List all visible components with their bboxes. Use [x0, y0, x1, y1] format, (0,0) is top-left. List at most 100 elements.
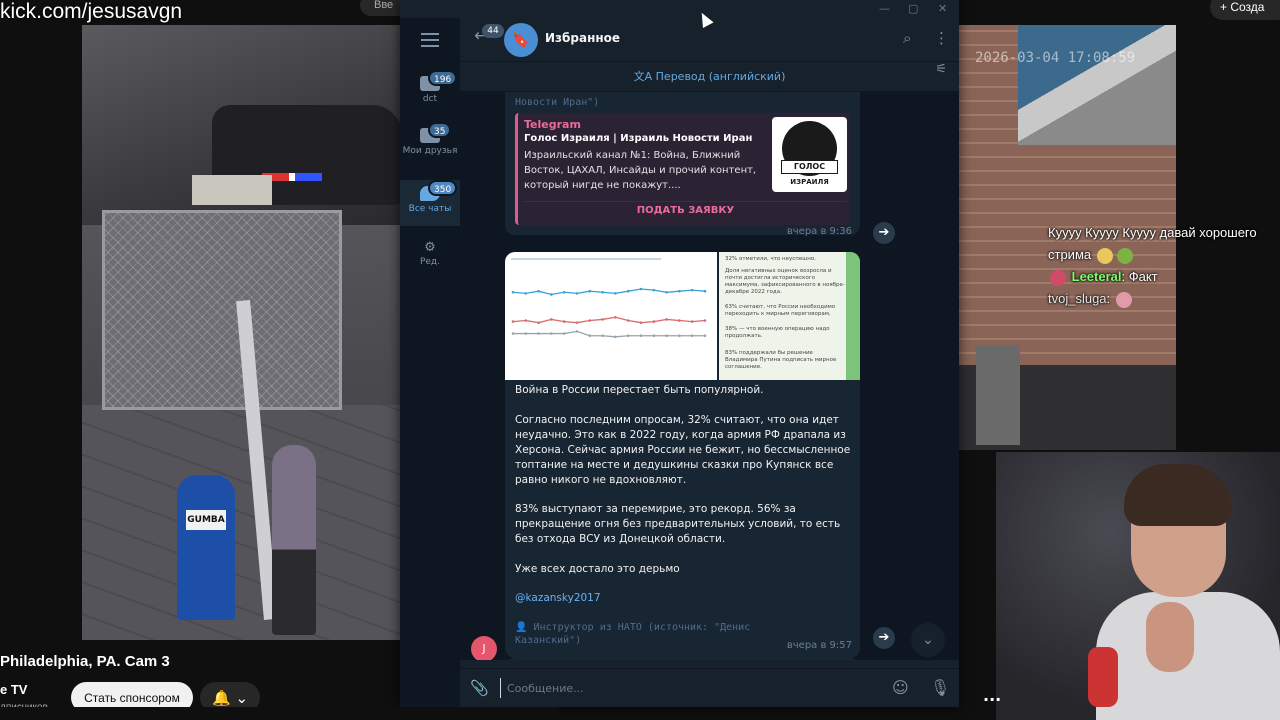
post-paragraph: Уже всех достало это дерьмо: [515, 563, 680, 575]
translate-label: Перевод (английский): [655, 70, 786, 83]
maximize-icon[interactable]: ▢: [908, 0, 918, 18]
bell-icon: 🔔: [211, 688, 231, 707]
series-point-1: [550, 318, 553, 321]
message-time: вчера в 9:36: [786, 226, 852, 237]
translate-settings-icon[interactable]: ⚟: [935, 62, 947, 77]
folder-edit[interactable]: ⚙ Ред.: [400, 236, 460, 276]
next-message-bubble[interactable]: [505, 658, 860, 660]
back-unread-badge: 44: [482, 24, 504, 38]
series-point-1: [511, 320, 515, 323]
folder-my-friends[interactable]: 35 Мои друзья: [400, 122, 460, 174]
author-link[interactable]: @kazansky2017: [515, 591, 853, 606]
message-input[interactable]: [500, 678, 880, 698]
emote-icon: [1115, 291, 1132, 308]
series-point-0: [614, 292, 617, 295]
series-point-0: [511, 290, 515, 294]
series-point-0: [601, 290, 604, 294]
staircase: [1018, 25, 1176, 145]
poll-text-image: 32% отметили, что неуспешно. Доля негати…: [719, 252, 860, 380]
series-point-0: [562, 290, 566, 294]
messages-area: Новости Иран") Telegram Голос Израиля | …: [460, 92, 959, 660]
pedestrian: [272, 445, 316, 635]
series-point-2: [601, 334, 604, 338]
series-point-1: [665, 318, 668, 321]
telegram-window: — ▢ ✕ 196 dct 35 Мои друзья 350 Все чаты: [400, 0, 959, 707]
folder-dct[interactable]: 196 dct: [400, 70, 460, 112]
streamer-hand: [1146, 602, 1194, 672]
close-icon[interactable]: ✕: [938, 0, 947, 18]
plus-icon: +: [1220, 0, 1231, 14]
series-line-0: [512, 288, 706, 296]
post-paragraph: 83% выступают за перемирие, это рекорд. …: [515, 503, 841, 545]
post-paragraph: Согласно последним опросам, 32% считают,…: [515, 414, 851, 486]
message-source: Новости Иран"): [515, 97, 600, 108]
bookmark-icon[interactable]: 🔖: [504, 23, 538, 57]
sender-avatar[interactable]: J: [471, 636, 497, 660]
series-point-2: [614, 335, 617, 339]
image-text-line: 83% поддержали бы решение Владимира Пути…: [725, 350, 837, 370]
channel-name[interactable]: e TV: [0, 682, 27, 697]
video-title: Philadelphia, PA. Cam 3: [0, 653, 170, 670]
message-bubble[interactable]: Новости Иран") Telegram Голос Израиля | …: [505, 92, 860, 237]
window-titlebar[interactable]: — ▢ ✕: [400, 0, 959, 18]
chat-message: Куууу Куууу Куууу давай хорошего стрима: [1048, 222, 1280, 266]
message-source: 👤 Инструктор из НАТО (источник: "Денис К…: [515, 621, 775, 647]
post-paragraph: Война в России перестает быть популярной…: [515, 384, 764, 396]
chain-fence: [102, 210, 342, 410]
emote-icon: [1096, 247, 1113, 264]
series-point-0: [665, 290, 668, 294]
series-point-1: [601, 318, 604, 321]
series-point-1: [562, 320, 566, 323]
series-point-1: [703, 319, 707, 322]
image-text-line: 38% — что военную операцию надо продолжа…: [725, 326, 830, 339]
series-point-0: [626, 289, 630, 293]
paperclip-icon[interactable]: 📎: [470, 679, 489, 697]
preview-description: Израильский канал №1: Война, Ближний Вос…: [524, 150, 757, 191]
forward-icon[interactable]: ➔: [873, 222, 895, 244]
more-icon[interactable]: ···: [983, 690, 1001, 709]
emote-icon: [1116, 247, 1133, 264]
link-preview[interactable]: Telegram Голос Израиля | Израиль Новости…: [515, 113, 850, 225]
series-point-1: [626, 319, 630, 322]
series-point-1: [690, 320, 694, 323]
series-point-2: [639, 334, 643, 338]
folder-label: Ред.: [419, 257, 441, 267]
minimize-icon[interactable]: —: [879, 0, 890, 18]
translate-bar[interactable]: 文A Перевод (английский) ⚟: [460, 62, 959, 92]
chat-message: Leeteral: Факт: [1048, 266, 1280, 288]
source-label: Инструктор из НАТО (источник: "Денис Каз…: [515, 622, 751, 646]
chat-header: ← 44 🔖 Избранное ⌕ ⋮: [460, 18, 959, 62]
menu-icon[interactable]: [421, 33, 439, 47]
microphone-icon[interactable]: 🎙: [930, 678, 950, 697]
series-point-1: [652, 320, 656, 323]
chart-header-line: [511, 258, 661, 260]
message-composer: 📎 ☺ 🎙: [460, 668, 959, 707]
forward-icon[interactable]: ➔: [873, 627, 895, 649]
chat-title[interactable]: Избранное: [545, 31, 620, 45]
scroll-down-button[interactable]: ⌄: [911, 623, 945, 657]
series-point-2: [575, 330, 579, 333]
mailbox: [177, 475, 235, 620]
emoji-icon[interactable]: ☺: [892, 678, 909, 697]
sliders-icon: ⚙: [424, 240, 436, 255]
series-point-2: [511, 332, 515, 335]
search-icon[interactable]: ⌕: [903, 29, 911, 47]
chevron-down-icon: ⌄: [235, 688, 249, 707]
unread-badge: 35: [428, 122, 452, 138]
streamer-webcam: [996, 452, 1280, 720]
message-time: вчера в 9:57: [786, 640, 852, 651]
translate-icon: 文A: [633, 70, 656, 83]
preview-title: Голос Израиля | Израиль Новости Иран: [524, 133, 753, 144]
camera-timestamp: 2026-03-04 17:08:59: [975, 50, 1136, 66]
message-media[interactable]: 32% отметили, что неуспешно. Доля негати…: [505, 252, 860, 380]
user-icon: 👤: [515, 622, 534, 633]
folders-sidebar: 196 dct 35 Мои друзья 350 Все чаты ⚙ Ред…: [400, 18, 460, 707]
message-bubble[interactable]: 32% отметили, что неуспешно. Доля негати…: [505, 252, 860, 658]
more-vertical-icon[interactable]: ⋮: [934, 29, 949, 47]
create-button[interactable]: + Созда: [1210, 0, 1280, 20]
series-point-0: [537, 289, 540, 293]
series-point-0: [524, 292, 528, 295]
apply-button[interactable]: ПОДАТЬ ЗАЯВКУ: [524, 201, 847, 219]
thumb-label: ГОЛОС: [781, 160, 838, 174]
folder-all-chats[interactable]: 350 Все чаты: [400, 180, 460, 226]
